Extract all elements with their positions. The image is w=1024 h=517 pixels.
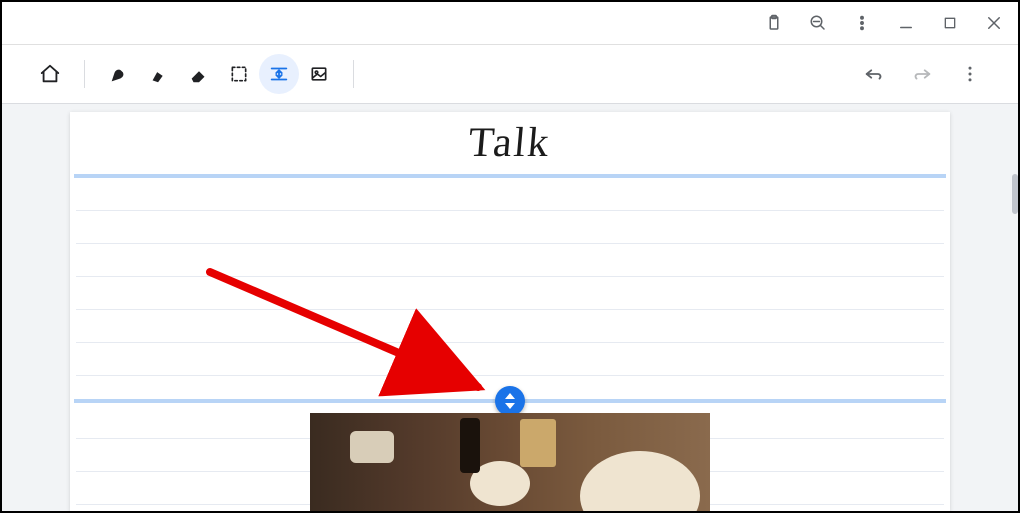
toolbar-separator — [84, 60, 85, 88]
ruled-line — [76, 342, 944, 343]
close-icon[interactable] — [984, 13, 1004, 33]
more-button[interactable] — [950, 54, 990, 94]
undo-button[interactable] — [854, 54, 894, 94]
select-button[interactable] — [219, 54, 259, 94]
toolbar — [2, 45, 1018, 104]
handwritten-title: Talk — [68, 112, 953, 164]
pen-button[interactable] — [99, 54, 139, 94]
section-divider-top — [74, 174, 946, 178]
scrollbar-thumb[interactable] — [1012, 174, 1018, 214]
ruled-line — [76, 210, 944, 211]
zoom-out-icon[interactable] — [808, 13, 828, 33]
eraser-button[interactable] — [179, 54, 219, 94]
maximize-icon[interactable] — [940, 13, 960, 33]
more-vertical-icon[interactable] — [852, 13, 872, 33]
minimize-icon[interactable] — [896, 13, 916, 33]
insert-image-button[interactable] — [299, 54, 339, 94]
ruled-line — [76, 276, 944, 277]
window-title-bar — [2, 2, 1018, 45]
note-page[interactable]: Talk — [70, 112, 950, 511]
redo-button[interactable] — [902, 54, 942, 94]
toolbar-separator — [353, 60, 354, 88]
ruled-line — [76, 375, 944, 376]
ruled-line — [76, 309, 944, 310]
insert-space-button[interactable] — [259, 54, 299, 94]
annotation-arrow — [210, 272, 520, 417]
app-window: Talk — [0, 0, 1020, 513]
space-drag-handle[interactable] — [495, 386, 525, 416]
ruled-line — [76, 243, 944, 244]
highlighter-button[interactable] — [139, 54, 179, 94]
inserted-image[interactable] — [310, 413, 710, 511]
clipboard-icon[interactable] — [764, 13, 784, 33]
home-button[interactable] — [30, 54, 70, 94]
canvas-workspace[interactable]: Talk — [2, 104, 1018, 511]
